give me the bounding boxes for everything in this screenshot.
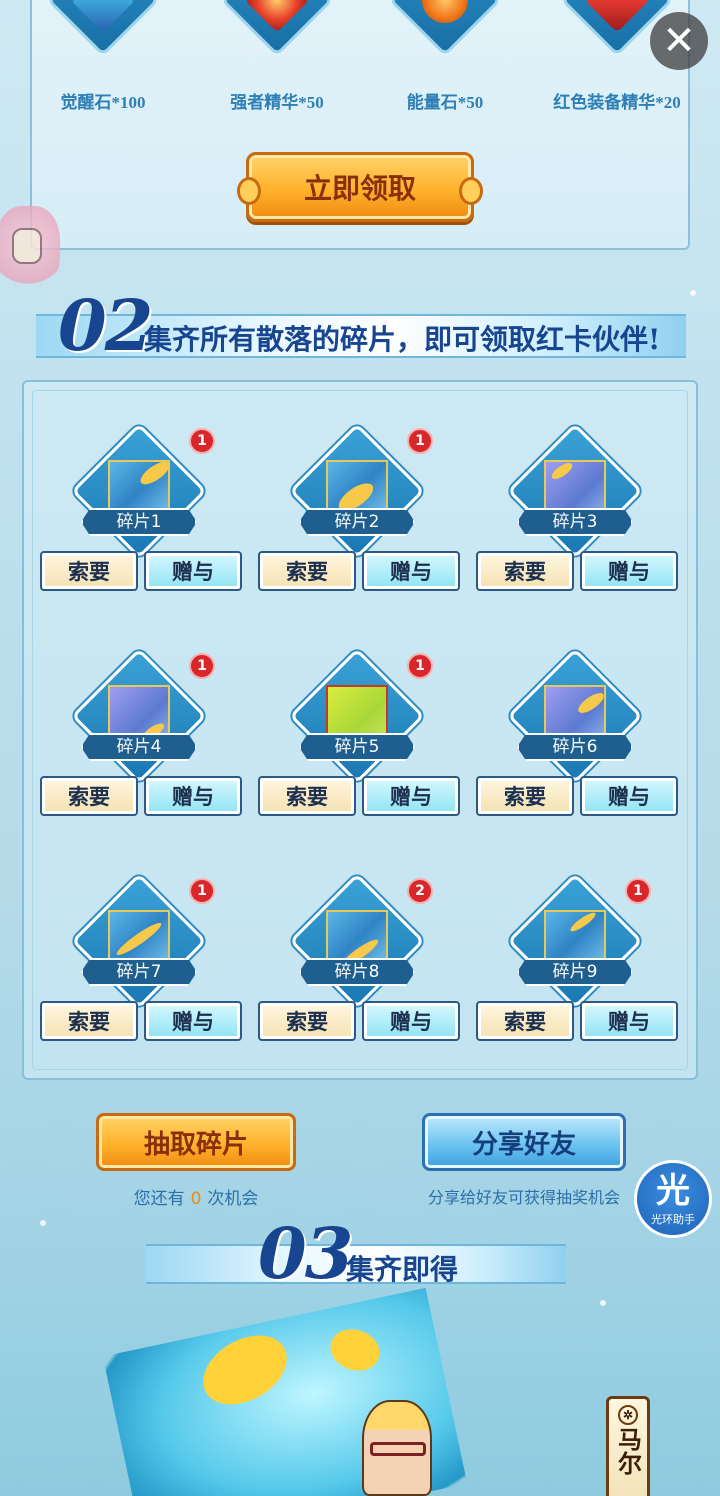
character-name-tag: ✲ 马尔 — [606, 1396, 650, 1496]
sparkle — [690, 290, 696, 296]
ask-button[interactable]: 索要 — [258, 551, 356, 591]
count-badge: 1 — [407, 428, 433, 454]
ask-button[interactable]: 索要 — [476, 1001, 574, 1041]
give-button[interactable]: 赠与 — [362, 776, 460, 816]
character-portrait — [362, 1400, 432, 1496]
ask-button[interactable]: 索要 — [476, 776, 574, 816]
count-badge: 1 — [407, 653, 433, 679]
give-button[interactable]: 赠与 — [144, 551, 242, 591]
count-badge: 1 — [189, 653, 215, 679]
sparkle — [600, 1300, 606, 1306]
close-icon[interactable]: ✕ — [650, 12, 708, 70]
section2-title: 集齐所有散落的碎片，即可领取红卡伙伴! — [144, 323, 661, 356]
fragment-label: 碎片9 — [517, 958, 633, 986]
fragment-label: 碎片7 — [81, 958, 197, 986]
share-friends-button[interactable]: 分享好友 — [422, 1113, 626, 1171]
ask-button[interactable]: 索要 — [40, 776, 138, 816]
chances-count: 0 — [190, 1189, 202, 1209]
side-avatar[interactable] — [0, 206, 60, 290]
fragment-card-5: 1 碎片5 索要 赠与 — [254, 623, 464, 816]
fragment-label: 碎片1 — [81, 508, 197, 536]
sparkle — [40, 1220, 46, 1226]
ship-wheel-icon: ✲ — [618, 1405, 638, 1425]
section3-title: 集齐即得 — [346, 1253, 459, 1286]
draw-chances-note: 您还有 0 次机会 — [133, 1189, 259, 1209]
helper-assistant-icon[interactable]: 光 光环助手 — [634, 1160, 712, 1238]
give-button[interactable]: 赠与 — [580, 551, 678, 591]
reward-label: 能量石*50 — [406, 93, 484, 112]
reward-label: 强者精华*50 — [230, 93, 324, 112]
count-badge: 2 — [407, 878, 433, 904]
fragment-card-2: 1 碎片2 索要 赠与 — [254, 398, 464, 591]
ask-button[interactable]: 索要 — [258, 776, 356, 816]
count-badge: 1 — [189, 428, 215, 454]
section3-number: 03 — [258, 1212, 353, 1295]
ask-button[interactable]: 索要 — [258, 1001, 356, 1041]
fragment-card-6: 碎片6 索要 赠与 — [472, 623, 682, 816]
count-badge: 1 — [189, 878, 215, 904]
ask-button[interactable]: 索要 — [40, 1001, 138, 1041]
reward-label: 觉醒石*100 — [60, 93, 146, 112]
fragment-card-9: 1 碎片9 索要 赠与 — [472, 848, 682, 1041]
draw-fragment-button[interactable]: 抽取碎片 — [96, 1113, 296, 1171]
claim-now-button[interactable]: 立即领取 — [237, 152, 483, 222]
give-button[interactable]: 赠与 — [580, 1001, 678, 1041]
count-badge: 1 — [625, 878, 651, 904]
reward-label: 红色装备精华*20 — [553, 93, 681, 112]
ask-button[interactable]: 索要 — [40, 551, 138, 591]
fragment-label: 碎片5 — [299, 733, 415, 761]
fragment-label: 碎片2 — [299, 508, 415, 536]
give-button[interactable]: 赠与 — [144, 1001, 242, 1041]
fragment-label: 碎片8 — [299, 958, 415, 986]
fragment-card-8: 2 碎片8 索要 赠与 — [254, 848, 464, 1041]
give-button[interactable]: 赠与 — [362, 551, 460, 591]
fragment-label: 碎片3 — [517, 508, 633, 536]
give-button[interactable]: 赠与 — [580, 776, 678, 816]
share-note: 分享给好友可获得抽奖机会 — [427, 1188, 620, 1207]
fragment-label: 碎片4 — [81, 733, 197, 761]
give-button[interactable]: 赠与 — [362, 1001, 460, 1041]
ask-button[interactable]: 索要 — [476, 551, 574, 591]
fragment-card-3: 碎片3 索要 赠与 — [472, 398, 682, 591]
fragment-card-4: 1 碎片4 索要 赠与 — [36, 623, 246, 816]
give-button[interactable]: 赠与 — [144, 776, 242, 816]
fragment-card-1: 1 碎片1 索要 赠与 — [36, 398, 246, 591]
section2-number: 02 — [58, 284, 153, 367]
fragment-label: 碎片6 — [517, 733, 633, 761]
fragment-card-7: 1 碎片7 索要 赠与 — [36, 848, 246, 1041]
